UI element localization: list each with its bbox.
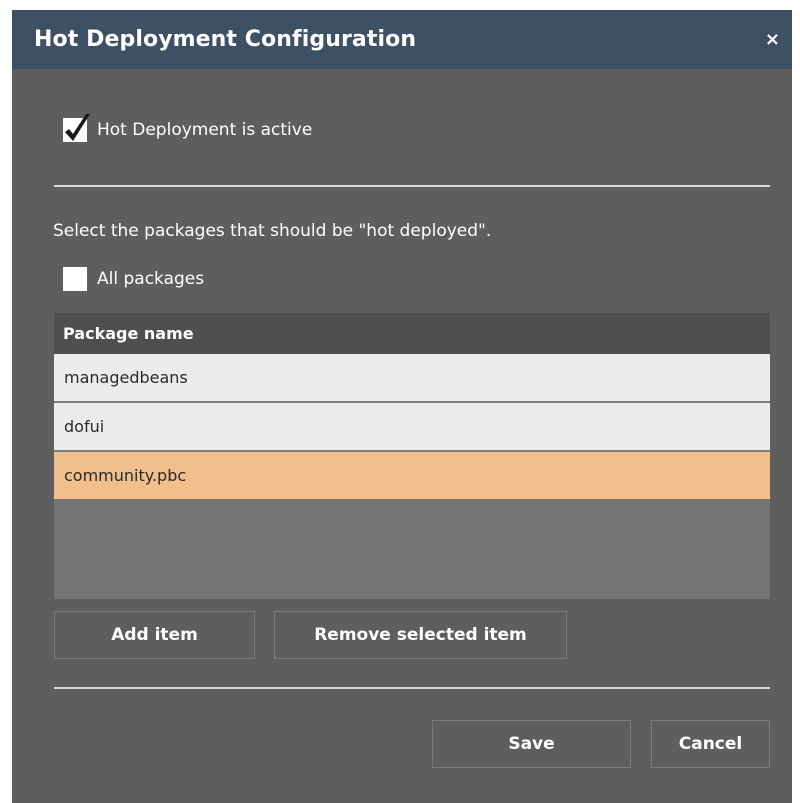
all-packages-toggle[interactable]: All packages	[63, 267, 204, 291]
close-icon[interactable]: ×	[765, 10, 780, 69]
all-packages-label: All packages	[97, 269, 205, 289]
hot-deployment-label: Hot Deployment is active	[97, 120, 313, 140]
packages-instruction: Select the packages that should be "hot …	[53, 221, 492, 241]
dialog-titlebar: Hot Deployment Configuration ×	[12, 10, 792, 69]
remove-selected-item-button[interactable]: Remove selected item	[274, 611, 567, 659]
save-button[interactable]: Save	[432, 720, 631, 768]
packages-table: Package name managedbeans dofui communit…	[54, 313, 770, 599]
all-packages-checkbox[interactable]	[63, 267, 87, 291]
column-header-package-name: Package name	[54, 313, 770, 354]
divider	[54, 687, 770, 689]
divider	[54, 185, 770, 187]
add-item-button[interactable]: Add item	[54, 611, 255, 659]
hot-deployment-checkbox[interactable]	[63, 114, 90, 142]
dialog-title: Hot Deployment Configuration	[34, 27, 417, 52]
table-row-selected[interactable]: community.pbc	[54, 452, 770, 499]
table-row[interactable]: managedbeans	[54, 354, 770, 403]
hot-deployment-dialog: Hot Deployment Configuration × Hot Deplo…	[12, 10, 792, 803]
table-row[interactable]: dofui	[54, 403, 770, 452]
cancel-button[interactable]: Cancel	[651, 720, 770, 768]
checkmark-icon	[65, 114, 90, 141]
hot-deployment-toggle[interactable]: Hot Deployment is active	[63, 114, 313, 142]
